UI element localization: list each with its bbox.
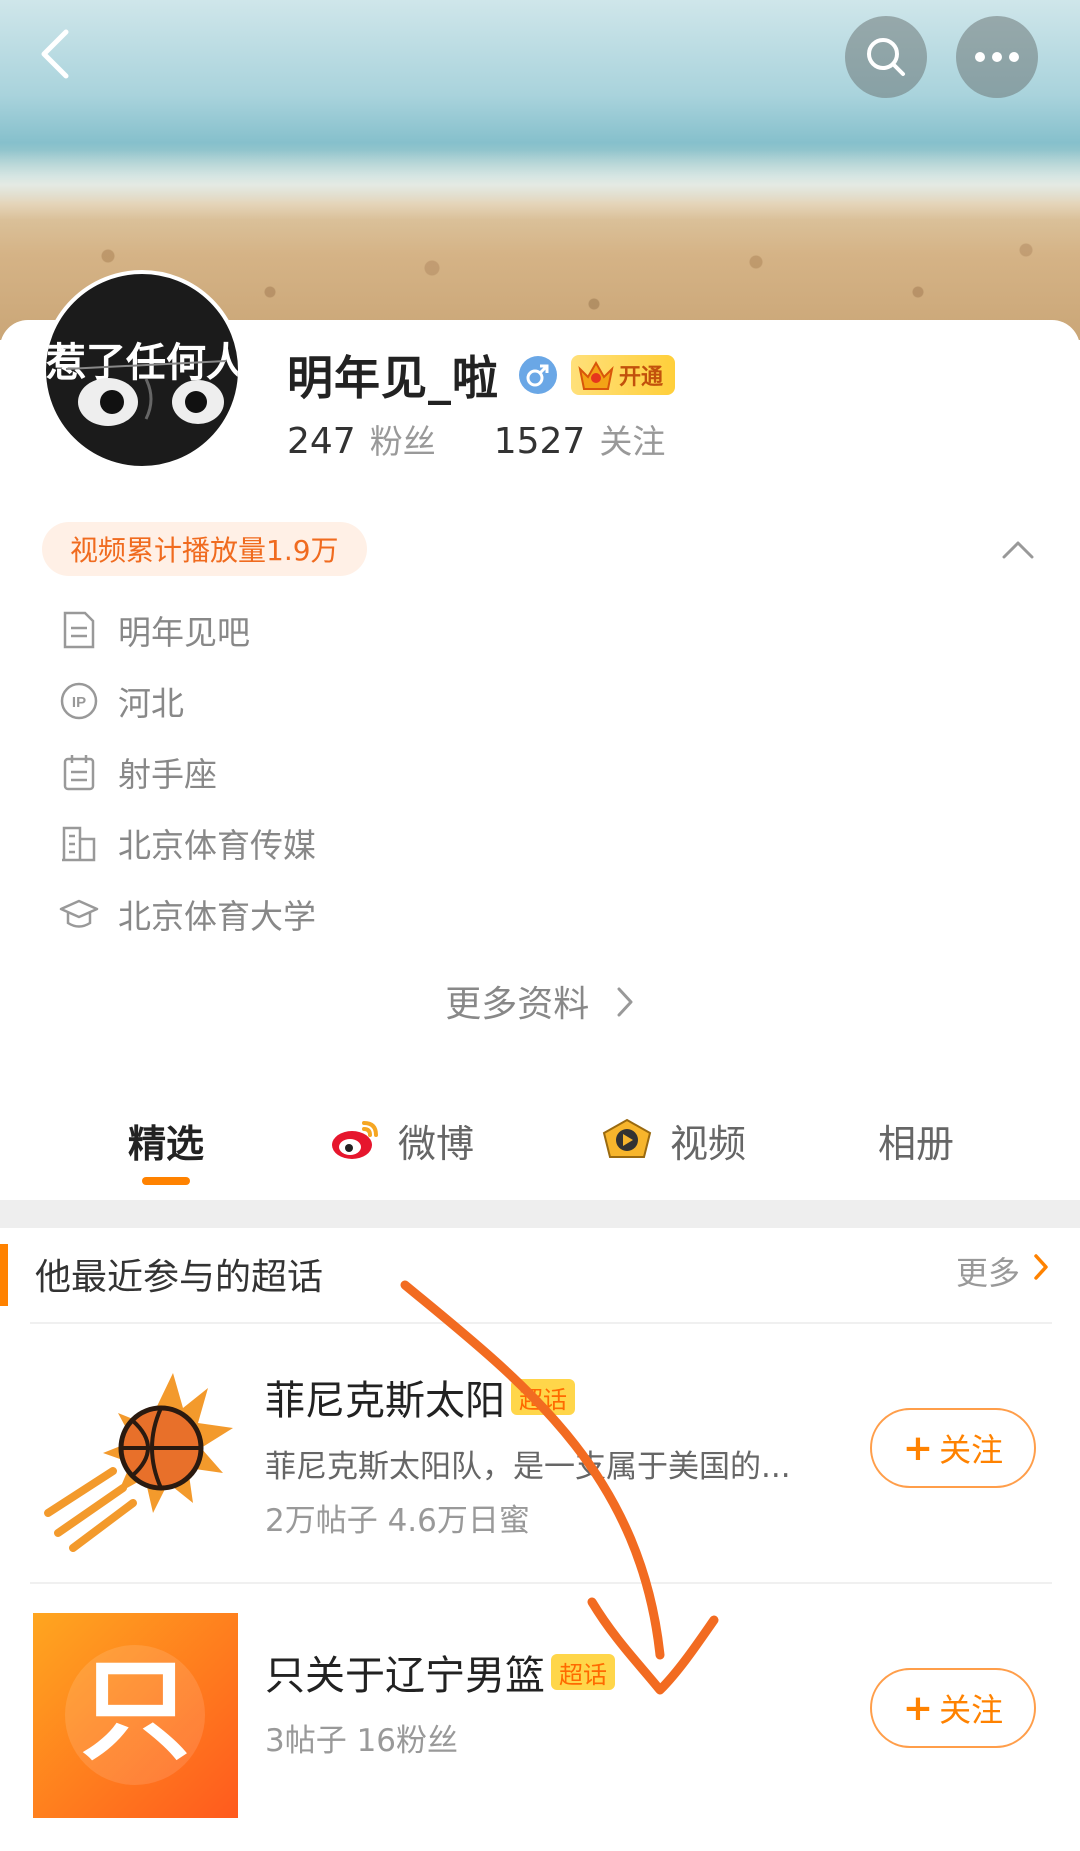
info-text: 北京体育大学 xyxy=(118,897,316,936)
info-row-bio: 明年见吧 xyxy=(58,605,250,655)
chevron-up-icon[interactable] xyxy=(1000,535,1036,565)
following-label[interactable]: 关注 xyxy=(599,415,665,463)
weibo-icon xyxy=(332,1121,378,1159)
follow-button[interactable]: + 关注 xyxy=(870,1668,1036,1748)
svg-text:IP: IP xyxy=(72,694,86,711)
vip-label: 开通 xyxy=(619,365,664,390)
followers-count[interactable]: 247 xyxy=(287,421,356,462)
tab-album[interactable]: 相册 xyxy=(878,1100,954,1180)
profile-name-row: 明年见_啦 开通 xyxy=(287,345,676,405)
tab-video[interactable]: 视频 xyxy=(600,1100,746,1180)
more-info-label: 更多资料 xyxy=(445,984,590,1025)
avatar[interactable]: 惹了任何人 xyxy=(42,270,242,470)
super-topic-badge: 超话 xyxy=(511,1379,575,1415)
info-text: 明年见吧 xyxy=(118,613,250,652)
vip-open-button[interactable]: 开通 xyxy=(571,355,676,395)
male-icon xyxy=(519,356,557,394)
info-row-zodiac: 射手座 xyxy=(58,747,217,797)
profile-name: 明年见_啦 xyxy=(287,351,499,405)
search-button[interactable] xyxy=(845,16,927,98)
info-text: 北京体育传媒 xyxy=(118,826,316,865)
profile-tabs: 精选 微博 视频 相册 xyxy=(0,1100,1080,1200)
followers-label[interactable]: 粉丝 xyxy=(370,415,436,463)
chevron-right-icon xyxy=(615,985,635,1028)
tab-label: 精选 xyxy=(128,1121,205,1166)
back-button[interactable] xyxy=(30,24,90,84)
graduation-cap-icon xyxy=(58,893,100,935)
avatar-face-icon xyxy=(65,360,227,426)
following-count[interactable]: 1527 xyxy=(494,421,586,462)
super-topic-badge: 超话 xyxy=(551,1654,615,1690)
section-title: 他最近参与的超话 xyxy=(35,1257,324,1298)
topic-name: 只关于辽宁男篮 xyxy=(265,1653,545,1699)
suns-logo-icon xyxy=(33,1353,238,1558)
document-icon xyxy=(58,609,100,651)
profile-stats: 247 粉丝 1527 关注 xyxy=(287,415,665,463)
crown-icon xyxy=(578,360,614,390)
info-row-school: 北京体育大学 xyxy=(58,889,316,939)
more-label: 更多 xyxy=(955,1254,1020,1292)
ip-icon: IP xyxy=(58,680,100,722)
active-tab-indicator xyxy=(142,1177,190,1185)
more-super-topics-link[interactable]: 更多 xyxy=(956,1248,1050,1294)
super-topic-item[interactable]: 菲尼克斯太阳 超话 菲尼克斯太阳队，是一支属于美国的... 2万帖子 4.6万日… xyxy=(0,1323,1080,1563)
search-icon xyxy=(867,38,905,76)
follow-label: 关注 xyxy=(939,1691,1004,1729)
plus-icon: + xyxy=(902,1427,934,1469)
topic-meta: 2万帖子 4.6万日蜜 xyxy=(265,1503,530,1539)
video-plays-badge: 视频累计播放量1.9万 xyxy=(42,522,367,576)
tab-featured[interactable]: 精选 xyxy=(128,1100,204,1180)
more-options-button[interactable] xyxy=(956,16,1038,98)
topic-name-row: 菲尼克斯太阳 超话 xyxy=(265,1368,575,1426)
topic-name: 菲尼克斯太阳 xyxy=(265,1378,505,1424)
follow-button[interactable]: + 关注 xyxy=(870,1408,1036,1488)
thumb-char: 只 xyxy=(80,1647,191,1775)
section-divider xyxy=(0,1200,1080,1228)
chevron-right-icon xyxy=(1032,1252,1050,1290)
chevron-left-icon xyxy=(41,29,69,79)
tab-label: 相册 xyxy=(878,1121,955,1166)
sea-band xyxy=(0,150,1080,220)
tab-label: 微博 xyxy=(398,1121,475,1166)
info-row-ip: IP 河北 xyxy=(58,676,184,726)
super-topic-item[interactable]: 只 只关于辽宁男篮 超话 3帖子 16粉丝 + 关注 xyxy=(0,1583,1080,1823)
topic-meta: 3帖子 16粉丝 xyxy=(265,1723,459,1759)
topic-name-row: 只关于辽宁男篮 超话 xyxy=(265,1643,615,1701)
info-text: 射手座 xyxy=(118,755,217,794)
topic-description: 菲尼克斯太阳队，是一支属于美国的... xyxy=(265,1449,791,1485)
topic-thumbnail: 只 xyxy=(33,1613,238,1818)
calendar-icon xyxy=(58,751,100,793)
section-accent-bar xyxy=(0,1244,8,1306)
tab-weibo[interactable]: 微博 xyxy=(330,1100,474,1180)
follow-label: 关注 xyxy=(939,1431,1004,1469)
more-profile-info-link[interactable]: 更多资料 xyxy=(0,975,1080,1028)
building-icon xyxy=(58,822,100,864)
info-text: 河北 xyxy=(118,684,184,723)
ellipsis-icon xyxy=(975,52,1019,62)
super-topics-header: 他最近参与的超话 更多 xyxy=(0,1230,1080,1322)
tab-label: 视频 xyxy=(670,1121,747,1166)
plus-icon: + xyxy=(902,1687,934,1729)
info-row-company: 北京体育传媒 xyxy=(58,818,316,868)
video-icon xyxy=(602,1118,652,1158)
